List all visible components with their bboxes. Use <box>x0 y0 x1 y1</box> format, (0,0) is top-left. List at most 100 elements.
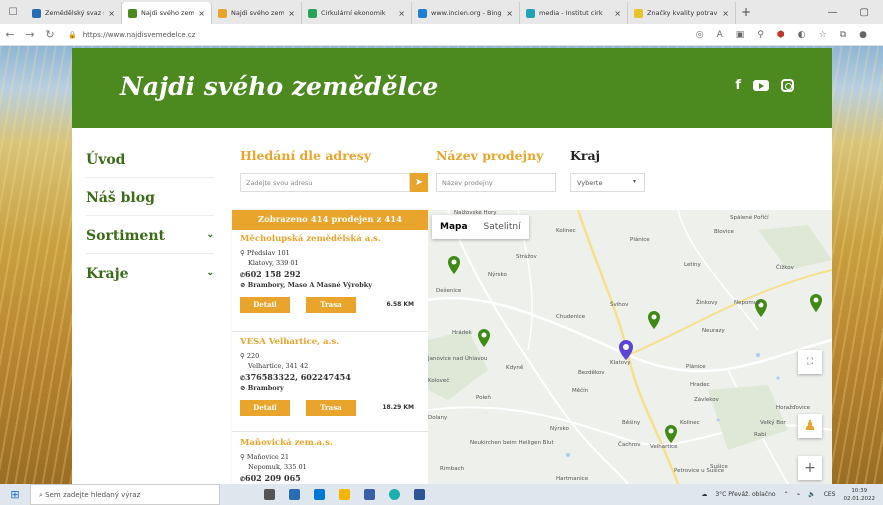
sidebar-item-sortiment[interactable]: Sortiment ⌄ <box>86 218 214 254</box>
close-tab-icon[interactable]: × <box>722 9 729 18</box>
site-logo[interactable]: Najdi svého zemědělce <box>120 72 438 101</box>
back-icon[interactable]: ← <box>0 28 20 41</box>
browser-tab[interactable]: Cirkulární ekonomik × <box>302 2 412 24</box>
sidebar: Úvod Náš blog Sortiment ⌄ Kraje ⌄ <box>72 128 222 484</box>
pegman-icon[interactable]: ♟ <box>798 414 822 438</box>
network-icon[interactable]: ⌁ <box>797 491 801 498</box>
read-aloud-icon[interactable]: A <box>717 30 723 40</box>
close-tab-icon[interactable]: × <box>506 9 513 18</box>
map-type-switch: Mapa Satelitní <box>432 215 529 239</box>
taskbar: ⊞ ⌕ Sem zadejte hledaný výraz ☁ 3°C Přev… <box>0 484 883 505</box>
close-tab-icon[interactable]: × <box>288 9 295 18</box>
map-type-satellite[interactable]: Satelitní <box>476 215 529 239</box>
map[interactable]: Nalžovské Hory Plánice Blovice Spálené P… <box>428 210 832 484</box>
close-tab-icon[interactable]: × <box>198 9 205 18</box>
tab-title: Cirkulární ekonomik <box>321 9 386 17</box>
shop-name[interactable]: VESA Velhartice, a.s. <box>240 337 422 347</box>
tag-icon: ⊘ <box>240 384 246 392</box>
main-panel: Úvod Náš blog Sortiment ⌄ Kraje ⌄ Hledán… <box>72 128 832 484</box>
close-tab-icon[interactable]: × <box>108 9 115 18</box>
language-indicator[interactable]: CES <box>824 491 836 498</box>
shop-products: ⊘ Brambory, Maso A Masné Výrobky <box>240 281 373 289</box>
window-menu-icon[interactable]: ☐ <box>0 0 26 24</box>
zoom-in-button[interactable]: + <box>798 456 822 480</box>
shop-phone: ✆602 158 292 <box>240 269 301 279</box>
weather-text[interactable]: 3°C Převáž. oblačno <box>715 491 775 498</box>
detail-button[interactable]: Detail <box>240 297 290 313</box>
locate-button[interactable]: ➤ <box>410 173 428 192</box>
clock[interactable]: 10:39 02.01.2022 <box>844 487 876 503</box>
address-input[interactable]: Zadejte svou adresu <box>240 173 410 192</box>
sidebar-item-uvod[interactable]: Úvod <box>86 142 214 178</box>
shop-name[interactable]: Maňovická zem.a.s. <box>240 438 422 448</box>
tag-icon: ⊘ <box>240 281 246 289</box>
youtube-icon[interactable] <box>753 80 769 91</box>
shop-street: ⚲ Předslav 101 <box>240 249 290 257</box>
chevron-down-icon: ⌄ <box>206 268 214 278</box>
new-tab-button[interactable]: + <box>736 5 756 19</box>
browser-tab[interactable]: Zemědělský svaz spu × <box>26 2 122 24</box>
shop-name[interactable]: Měcholupská zemědělská a.s. <box>240 234 422 244</box>
address-search: Hledání dle adresy Zadejte svou adresu ➤ <box>240 148 428 192</box>
weather-icon[interactable]: ☁ <box>701 491 707 498</box>
windows-start-icon[interactable]: ⊞ <box>0 488 30 501</box>
task-view-icon[interactable] <box>264 489 275 500</box>
url-field[interactable]: 🔒 https://www.najdisvemedelce.cz <box>68 31 195 39</box>
chevron-up-icon[interactable]: ⌃ <box>784 491 789 498</box>
detail-button[interactable]: Detail <box>240 400 290 416</box>
pin-icon[interactable]: ⚲ <box>757 30 764 40</box>
instagram-icon[interactable] <box>781 79 794 92</box>
facebook-icon[interactable]: f <box>735 78 741 93</box>
close-tab-icon[interactable]: × <box>614 9 621 18</box>
extension-icon[interactable]: ▣ <box>736 30 745 40</box>
map-pin-icon: ⚲ <box>240 453 245 461</box>
history-icon[interactable]: ◐ <box>798 30 806 40</box>
shop-city: Nepomuk, 335 01 <box>248 463 307 471</box>
results-list[interactable]: Zobrazeno 414 prodejen z 414 Měcholupská… <box>232 210 428 484</box>
edge-icon[interactable] <box>389 489 400 500</box>
window-controls: — ▢ <box>828 7 883 18</box>
adblock-icon[interactable]: ⬢ <box>777 30 785 40</box>
social-links: f <box>735 78 794 93</box>
map-pin-green <box>648 311 660 329</box>
shop-name-input[interactable]: Název prodejny <box>436 173 556 192</box>
sidebar-item-label: Náš blog <box>86 190 155 206</box>
taskbar-search[interactable]: ⌕ Sem zadejte hledaný výraz <box>30 484 220 505</box>
reload-icon[interactable]: ↻ <box>40 28 60 41</box>
tab-favicon-icon <box>32 8 41 18</box>
profile-icon[interactable]: ● <box>859 30 867 40</box>
region-select[interactable]: Vyberte ▾ <box>570 173 645 192</box>
system-tray: ☁ 3°C Převáž. oblačno ⌃ ⌁ 🔈 CES 10:39 02… <box>701 487 883 503</box>
collections-icon[interactable]: ⧉ <box>840 30 846 40</box>
file-explorer-icon[interactable] <box>339 489 350 500</box>
close-tab-icon[interactable]: × <box>398 9 405 18</box>
tab-favicon-icon <box>218 8 227 18</box>
browser-tab[interactable]: Značky kvality potrav × <box>628 2 736 24</box>
app-icon[interactable] <box>364 489 375 500</box>
browser-tab[interactable]: Najdi svého zeměd× <box>122 2 212 24</box>
app-icon[interactable] <box>314 489 325 500</box>
sidebar-item-kraje[interactable]: Kraje ⌄ <box>86 256 214 292</box>
map-type-map[interactable]: Mapa <box>432 215 476 239</box>
outlook-icon[interactable] <box>414 489 425 500</box>
app-icon[interactable] <box>289 489 300 500</box>
favorite-icon[interactable]: ☆ <box>819 30 827 40</box>
sidebar-icon[interactable]: ◎ <box>696 30 704 40</box>
route-button[interactable]: Trasa <box>306 400 356 416</box>
browser-tab[interactable]: media - Institut cirk × <box>520 2 628 24</box>
fullscreen-icon[interactable]: ⛶ <box>798 350 822 374</box>
browser-tab[interactable]: www.incien.org - Bing × <box>412 2 520 24</box>
map-pin-green <box>478 329 490 347</box>
volume-icon[interactable]: 🔈 <box>808 491 815 498</box>
forward-icon[interactable]: → <box>20 28 40 41</box>
shop-search-title: Název prodejny <box>436 148 544 163</box>
maximize-icon[interactable]: ▢ <box>860 7 869 18</box>
shop-distance: 6.58 KM <box>386 301 414 308</box>
route-button[interactable]: Trasa <box>306 297 356 313</box>
sidebar-item-blog[interactable]: Náš blog <box>86 180 214 216</box>
minimize-icon[interactable]: — <box>828 7 838 18</box>
lock-icon: 🔒 <box>68 30 77 39</box>
region-filter: Kraj Vyberte ▾ <box>570 148 645 192</box>
browser-tab-strip: ☐ Zemědělský svaz spu×Najdi svého zeměd×… <box>0 0 883 24</box>
browser-tab[interactable]: Najdi svého zeměd× <box>212 2 302 24</box>
